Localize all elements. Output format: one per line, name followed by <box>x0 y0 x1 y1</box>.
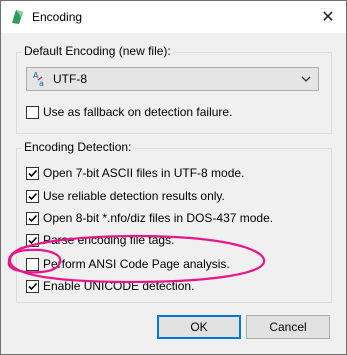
default-encoding-dropdown[interactable]: A a UTF-8 <box>26 67 319 91</box>
detection-option[interactable]: Use reliable detection results only. <box>26 188 225 204</box>
detection-option[interactable]: Open 8-bit *.nfo/diz files in DOS-437 mo… <box>26 210 273 226</box>
window-title: Encoding <box>32 10 83 24</box>
fallback-checkbox[interactable] <box>26 105 39 119</box>
encoding-dialog: Encoding ✕ Default Encoding (new file): … <box>0 0 347 355</box>
notepad-leaf-icon <box>12 10 23 24</box>
detection-checkbox[interactable] <box>26 189 39 203</box>
detection-option[interactable]: Perform ANSI Code Page analysis. <box>26 256 230 272</box>
close-button[interactable]: ✕ <box>310 1 346 33</box>
detection-option[interactable]: Enable UNICODE detection. <box>26 278 194 294</box>
detection-checkbox[interactable] <box>26 279 39 293</box>
title-bar[interactable]: Encoding ✕ <box>1 1 346 33</box>
checkmark-icon <box>28 169 38 177</box>
cancel-button[interactable]: Cancel <box>246 315 330 339</box>
detection-option-label: Parse encoding file tags. <box>43 233 175 247</box>
default-encoding-group-label: Default Encoding (new file): <box>22 44 173 58</box>
detection-checkbox[interactable] <box>26 166 39 180</box>
dropdown-selected-value: UTF-8 <box>53 72 87 86</box>
detection-checkbox[interactable] <box>26 257 39 271</box>
detection-checkbox[interactable] <box>26 211 39 225</box>
svg-text:a: a <box>39 79 44 87</box>
detection-option-label: Open 7-bit ASCII files in UTF-8 mode. <box>43 166 245 180</box>
checkmark-icon <box>28 192 38 200</box>
detection-option[interactable]: Open 7-bit ASCII files in UTF-8 mode. <box>26 165 244 181</box>
detection-option-label: Use reliable detection results only. <box>43 189 225 203</box>
close-icon: ✕ <box>321 9 335 26</box>
encoding-letters-icon: A a <box>33 71 44 87</box>
checkmark-icon <box>28 282 38 290</box>
detection-option-label: Enable UNICODE detection. <box>43 279 195 293</box>
detection-checkbox[interactable] <box>26 233 39 247</box>
encoding-detection-group-label: Encoding Detection: <box>22 140 134 154</box>
fallback-label: Use as fallback on detection failure. <box>43 105 233 119</box>
chevron-down-icon <box>301 76 311 82</box>
detection-option-label: Open 8-bit *.nfo/diz files in DOS-437 mo… <box>43 211 274 225</box>
checkmark-icon <box>28 214 38 222</box>
ok-button[interactable]: OK <box>157 315 241 339</box>
detection-option-label: Perform ANSI Code Page analysis. <box>43 257 230 271</box>
default-encoding-group <box>16 52 332 134</box>
checkmark-icon <box>28 236 38 244</box>
fallback-checkbox-row[interactable]: Use as fallback on detection failure. <box>26 104 232 120</box>
detection-option[interactable]: Parse encoding file tags. <box>26 232 174 248</box>
